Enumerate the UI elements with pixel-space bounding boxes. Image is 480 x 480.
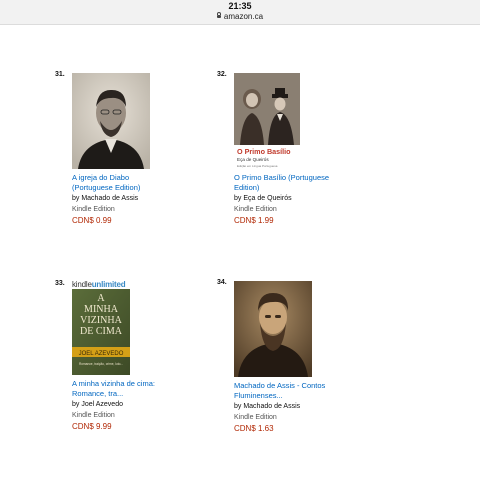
rank-number: 33. [55,280,65,287]
product-title-link[interactable]: A igreja do Diabo (Portuguese Edition) [72,173,212,193]
cover-title-line: MINHA [84,304,119,315]
book-cover[interactable] [234,281,312,377]
product-meta: A minha vizinha de cima: Romance, tra... … [72,379,212,432]
cover-image: O Primo Basílio Eça de Queirós Edição em… [234,73,300,169]
rank-number: 31. [55,71,65,78]
cover-image: A MINHA VIZINHA DE CIMA JOEL AZEVEDO Rom… [72,289,130,375]
cover-title-line: A [97,293,105,304]
rank-number: 34. [217,279,227,286]
format-text: Kindle Edition [72,206,115,213]
author-text: by Machado de Assis [234,403,301,410]
url-text: amazon.ca [223,12,264,21]
format-text: Kindle Edition [234,414,277,421]
portrait-image [72,73,150,169]
cover-tagline: Romance, traição, crime, luto... [79,362,123,366]
product-title-link[interactable]: Machado de Assis - Contos Fluminenses... [234,381,374,401]
cover-subtitle: Edição em Língua Portuguesa [237,164,278,168]
price-text: CDN$ 1.63 [234,424,274,433]
author-text: by Machado de Assis [72,195,139,202]
cover-author: JOEL AZEVEDO [79,351,124,357]
cover-title: O Primo Basílio [237,147,291,156]
product-meta: O Primo Basílio (Portuguese Edition) by E… [234,173,374,226]
lock-icon [216,12,221,18]
portrait-image [234,281,312,377]
author-text: by Eça de Queirós [234,195,292,202]
product-title-link[interactable]: O Primo Basílio (Portuguese Edition) [234,173,374,193]
price-text: CDN$ 1.99 [234,216,274,225]
price-text: CDN$ 0.99 [72,216,112,225]
cover-author: Eça de Queirós [237,157,269,162]
cover-title-line: VIZINHA [80,315,122,326]
address-bar[interactable]: amazon.ca [0,12,480,21]
clock: 21:35 [228,1,252,11]
product-meta: A igreja do Diabo (Portuguese Edition) by… [72,173,212,226]
rank-number: 32. [217,71,227,78]
kindle-unlimited-badge: kindleunlimited [72,280,126,289]
product-title-link[interactable]: A minha vizinha de cima: Romance, tra... [72,379,212,399]
product-meta: Machado de Assis - Contos Fluminenses... … [234,381,374,434]
cover-title-line: DE CIMA [80,326,123,337]
format-text: Kindle Edition [72,412,115,419]
price-text: CDN$ 9.99 [72,422,112,431]
browser-status-bar: 21:35 amazon.ca [0,0,480,25]
author-text: by Joel Azevedo [72,401,123,408]
book-cover[interactable]: A MINHA VIZINHA DE CIMA JOEL AZEVEDO Rom… [72,289,130,375]
book-cover[interactable]: O Primo Basílio Eça de Queirós Edição em… [234,73,300,169]
book-cover[interactable] [72,73,150,169]
format-text: Kindle Edition [234,206,277,213]
